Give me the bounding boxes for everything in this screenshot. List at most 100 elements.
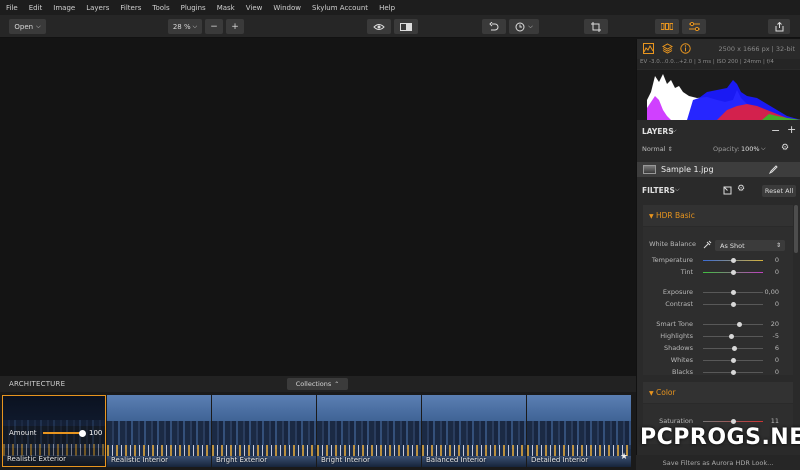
white-balance-label: White Balance <box>649 240 696 248</box>
slider-knob[interactable] <box>730 301 736 307</box>
preset-thumbnail[interactable]: Bright Interior <box>317 395 421 467</box>
slider-knob[interactable] <box>730 289 736 295</box>
adjustment-slider[interactable]: Highlights -5 <box>643 331 793 341</box>
menu-skylum-account[interactable]: Skylum Account <box>312 4 368 12</box>
menu-mask[interactable]: Mask <box>217 4 235 12</box>
slider-value: 20 <box>770 320 779 328</box>
history-icon <box>515 22 525 31</box>
favorite-star-icon[interactable]: ★ <box>620 452 628 462</box>
filters-title[interactable]: FILTERS <box>642 186 675 195</box>
histogram-icon[interactable] <box>643 43 654 54</box>
slider-knob[interactable] <box>731 418 736 424</box>
gear-icon[interactable]: ⚙ <box>737 184 745 194</box>
preset-amount-slider[interactable]: Amount 100 <box>9 428 103 438</box>
menu-layers[interactable]: Layers <box>86 4 109 12</box>
chevron-down-icon: ⌵ <box>528 22 533 30</box>
menu-window[interactable]: Window <box>273 4 301 12</box>
amount-track[interactable] <box>43 429 86 437</box>
hdr-basic-title: ▼ HDR Basic <box>649 211 695 220</box>
opacity-value[interactable]: 100% <box>741 145 760 153</box>
chevron-down-icon[interactable]: ⌵ <box>675 186 680 194</box>
collections-button[interactable]: Collections ⌃ <box>287 378 348 390</box>
layers-icon[interactable] <box>662 43 673 54</box>
preset-thumbnail[interactable]: Balanced Interior <box>422 395 526 467</box>
preset-label: Bright Exterior <box>216 456 268 464</box>
hdr-basic-header[interactable]: ▼ HDR Basic <box>643 205 793 226</box>
adjustment-slider[interactable]: Shadows 6 <box>643 343 793 353</box>
toolbar: Open ⌵ 28 % ⌵ − + ⌵ <box>0 15 800 38</box>
eye-icon <box>373 23 385 30</box>
slider-knob[interactable] <box>730 257 736 263</box>
filters-header: FILTERS ⌵ ⚙ Reset All <box>637 184 800 198</box>
slider-knob[interactable] <box>730 357 736 363</box>
gear-icon[interactable]: ⚙ <box>781 143 789 153</box>
crop-icon <box>591 21 601 32</box>
crop-button[interactable] <box>584 19 608 34</box>
layers-header: LAYERS ⌵ − + <box>637 123 800 137</box>
undo-button[interactable] <box>482 19 506 34</box>
slider-value: 0,00 <box>764 288 779 296</box>
menu-help[interactable]: Help <box>379 4 395 12</box>
presets-strip: Amount 100 Realistic Exterior Realistic … <box>0 392 636 470</box>
adjustment-slider[interactable]: Whites 0 <box>643 355 793 365</box>
slider-knob[interactable] <box>736 321 742 327</box>
preset-thumbnail[interactable]: Bright Exterior <box>212 395 316 467</box>
share-button[interactable] <box>768 19 790 34</box>
white-balance-select[interactable]: As Shot ⇕ <box>715 240 785 251</box>
menu-tools[interactable]: Tools <box>152 4 169 12</box>
eyedropper-icon[interactable] <box>703 240 712 249</box>
preset-thumbnail[interactable]: Realistic Interior <box>107 395 211 467</box>
brush-icon[interactable] <box>769 165 778 174</box>
share-icon <box>775 21 783 31</box>
zoom-in-button[interactable]: + <box>226 19 244 34</box>
add-layer-button[interactable]: + <box>787 123 796 136</box>
adjustment-slider[interactable]: Temperature 0 <box>643 255 793 265</box>
amount-knob[interactable] <box>79 429 86 437</box>
reset-all-button[interactable]: Reset All <box>762 185 796 197</box>
zoom-select[interactable]: 28 % ⌵ <box>168 19 202 34</box>
filters-scrollbar[interactable] <box>794 205 798 253</box>
blend-mode-select[interactable]: Normal ⇕ <box>642 145 673 153</box>
layer-item[interactable]: Sample 1.jpg <box>637 162 800 177</box>
slider-track[interactable] <box>703 324 763 325</box>
zoom-out-button[interactable]: − <box>205 19 223 34</box>
preset-label: Detailed Interior <box>531 456 589 464</box>
info-icon[interactable] <box>680 43 691 54</box>
layers-title[interactable]: LAYERS <box>642 127 674 136</box>
save-filters-link[interactable]: Save Filters as Aurora HDR Look... <box>636 455 800 470</box>
menu-file[interactable]: File <box>6 4 18 12</box>
triangle-down-icon: ▼ <box>649 213 654 220</box>
preview-button[interactable] <box>367 19 391 34</box>
compare-button[interactable] <box>394 19 418 34</box>
slider-knob[interactable] <box>728 333 734 339</box>
slider-value: 0 <box>774 356 779 364</box>
chevron-down-icon[interactable]: ⌵ <box>761 145 766 153</box>
open-button[interactable]: Open ⌵ <box>9 19 46 34</box>
history-button[interactable]: ⌵ <box>509 19 539 34</box>
sliders-icon <box>688 22 700 31</box>
menu-view[interactable]: View <box>246 4 263 12</box>
preset-label: Realistic Exterior <box>7 455 67 463</box>
chevron-down-icon[interactable]: ⌵ <box>672 127 677 135</box>
mask-icon[interactable] <box>723 186 732 195</box>
adjustment-slider[interactable]: Blacks 0 <box>643 367 793 377</box>
adjustment-slider[interactable]: Exposure 0,00 <box>643 287 793 297</box>
adjustments-toggle-button[interactable] <box>682 19 706 34</box>
adjustment-slider[interactable]: Tint 0 <box>643 267 793 277</box>
looks-toggle-button[interactable] <box>655 19 679 34</box>
slider-knob[interactable] <box>732 345 738 351</box>
preset-thumbnail[interactable]: Detailed Interior <box>527 395 631 467</box>
preset-thumbnail[interactable]: Amount 100 Realistic Exterior <box>2 395 106 467</box>
menu-filters[interactable]: Filters <box>120 4 141 12</box>
remove-layer-button[interactable]: − <box>771 124 780 137</box>
menu-edit[interactable]: Edit <box>29 4 43 12</box>
slider-knob[interactable] <box>730 369 736 375</box>
color-header[interactable]: ▼ Color <box>643 382 793 403</box>
menu-image[interactable]: Image <box>53 4 75 12</box>
menu-plugins[interactable]: Plugins <box>181 4 206 12</box>
adjustment-slider[interactable]: Contrast 0 <box>643 299 793 309</box>
slider-knob[interactable] <box>730 269 736 275</box>
info-row: 2500 x 1666 px | 32-bit <box>637 39 800 58</box>
image-canvas[interactable] <box>0 39 636 376</box>
adjustment-slider[interactable]: Smart Tone 20 <box>643 319 793 329</box>
